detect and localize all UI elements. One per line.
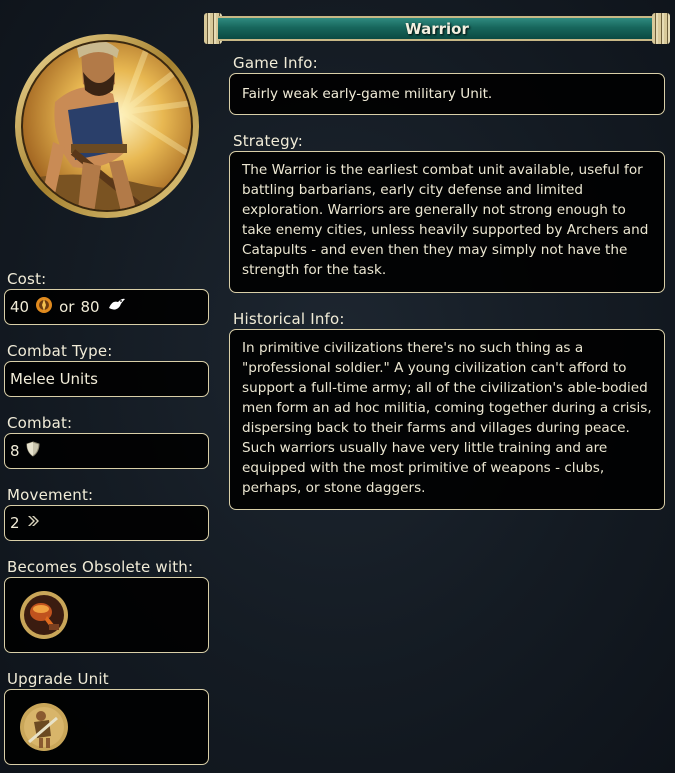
- unit-title: Warrior: [405, 19, 469, 38]
- production-icon: [35, 296, 53, 318]
- strategy-text: The Warrior is the earliest combat unit …: [242, 162, 649, 278]
- historical-info-label: Historical Info:: [233, 310, 345, 328]
- combat-type-value: Melee Units: [10, 370, 98, 388]
- shield-icon: [26, 441, 40, 461]
- metal-casting-tech-icon[interactable]: [19, 590, 69, 644]
- movement-label: Movement:: [7, 486, 94, 504]
- cost-box: 40 or 80: [4, 289, 209, 325]
- combat-label: Combat:: [7, 414, 73, 432]
- cost-production-value: 40: [10, 298, 30, 316]
- faith-icon: [106, 296, 126, 318]
- warrior-portrait: [13, 32, 201, 220]
- strategy-box: The Warrior is the earliest combat unit …: [229, 151, 665, 293]
- movement-value: 2: [10, 514, 20, 532]
- movement-icon: [26, 514, 40, 532]
- game-info-box: Fairly weak early-game military Unit.: [229, 73, 665, 115]
- cost-label: Cost:: [7, 270, 47, 288]
- title-banner: Warrior: [204, 13, 670, 44]
- combat-type-label: Combat Type:: [7, 342, 113, 360]
- upgrade-label: Upgrade Unit: [7, 670, 109, 688]
- obsolete-label: Becomes Obsolete with:: [7, 558, 194, 576]
- game-info-text: Fairly weak early-game military Unit.: [242, 86, 493, 102]
- cost-faith-value: 80: [80, 298, 100, 316]
- upgrade-box: [4, 689, 209, 765]
- movement-box: 2: [4, 505, 209, 541]
- banner-right-cap: [652, 13, 670, 44]
- combat-type-box: Melee Units: [4, 361, 209, 397]
- banner-bar: Warrior: [218, 16, 656, 41]
- obsolete-box: [4, 577, 209, 653]
- cost-or-text: or: [59, 298, 75, 316]
- combat-box: 8: [4, 433, 209, 469]
- swordsman-unit-icon[interactable]: [19, 702, 69, 756]
- game-info-label: Game Info:: [233, 54, 318, 72]
- historical-info-text: In primitive civilizations there's no su…: [242, 340, 652, 496]
- historical-info-box: In primitive civilizations there's no su…: [229, 329, 665, 510]
- strategy-label: Strategy:: [233, 132, 304, 150]
- combat-value: 8: [10, 442, 20, 460]
